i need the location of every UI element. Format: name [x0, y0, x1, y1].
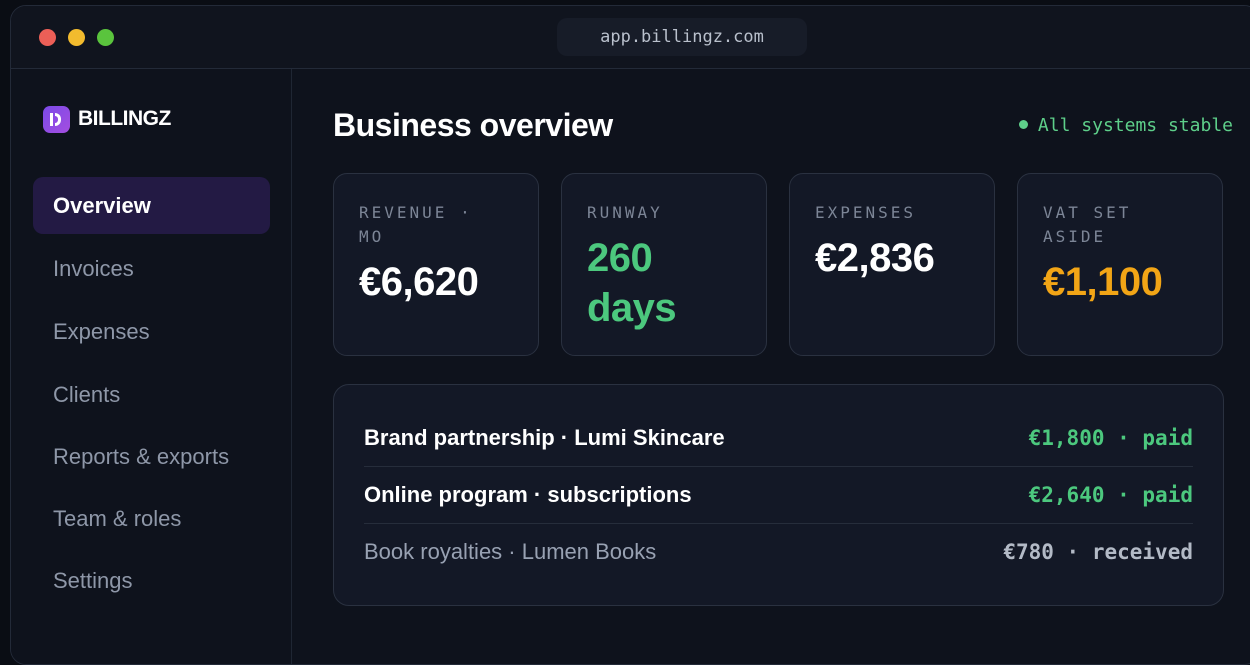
item-amount: €2,640 · paid — [1028, 482, 1193, 507]
item-label: Brand partnership · Lumi Skincare — [364, 424, 725, 450]
list-item[interactable]: Brand partnership · Lumi Skincare €1,800… — [364, 409, 1193, 467]
system-status: All systems stable — [1018, 115, 1233, 136]
minimize-window-button[interactable] — [68, 29, 85, 46]
title-bar: app.billingz.com — [11, 6, 1250, 69]
expenses-card[interactable]: EXPENSES €2,836 — [789, 173, 995, 356]
card-value: €2,836 — [815, 236, 935, 280]
brand-name: BILLINGZ — [78, 107, 171, 130]
brand[interactable]: BILLINGZ — [43, 104, 171, 134]
item-amount: €1,800 · paid — [1028, 425, 1193, 450]
card-label: REVENUE · MO — [359, 203, 473, 246]
runway-card[interactable]: RUNWAY 260 days — [561, 173, 767, 356]
item-label: Online program · subscriptions — [364, 481, 692, 507]
billingz-logo-icon — [43, 105, 70, 133]
status-dot-icon — [1018, 120, 1028, 129]
list-item[interactable]: Book royalties · Lumen Books €780 · rece… — [364, 523, 1193, 580]
sidebar-item-settings[interactable]: Settings — [33, 552, 270, 609]
sidebar-item-team[interactable]: Team & roles — [33, 490, 270, 547]
sidebar-item-invoices[interactable]: Invoices — [33, 240, 270, 297]
main-content: Business overview All systems stable REV… — [292, 69, 1250, 664]
item-label: Book royalties · Lumen Books — [364, 538, 657, 564]
status-text: All systems stable — [1037, 115, 1233, 136]
card-value: €1,100 — [1043, 260, 1163, 304]
income-list: Brand partnership · Lumi Skincare €1,800… — [333, 384, 1224, 606]
app-window: app.billingz.com BILLINGZ Overview Invoi… — [10, 5, 1250, 665]
card-value: €6,620 — [359, 260, 479, 304]
list-item[interactable]: Online program · subscriptions €2,640 · … — [364, 466, 1193, 524]
item-amount: €780 · received — [1003, 539, 1193, 564]
sidebar: BILLINGZ Overview Invoices Expenses Clie… — [11, 69, 292, 664]
page-title: Business overview — [333, 107, 613, 143]
sidebar-item-clients[interactable]: Clients — [33, 366, 270, 423]
vat-card[interactable]: VAT SET ASIDE €1,100 — [1017, 173, 1223, 356]
sidebar-item-reports[interactable]: Reports & exports — [33, 428, 270, 485]
close-window-button[interactable] — [39, 29, 56, 46]
revenue-card[interactable]: REVENUE · MO €6,620 — [333, 173, 539, 356]
sidebar-item-overview[interactable]: Overview — [33, 177, 270, 234]
card-label: RUNWAY — [587, 203, 663, 222]
address-bar[interactable]: app.billingz.com — [557, 18, 807, 56]
card-label: VAT SET ASIDE — [1043, 203, 1132, 246]
card-value: 260 days — [587, 236, 677, 330]
card-label: EXPENSES — [815, 203, 917, 222]
sidebar-item-expenses[interactable]: Expenses — [33, 303, 270, 360]
maximize-window-button[interactable] — [97, 29, 114, 46]
